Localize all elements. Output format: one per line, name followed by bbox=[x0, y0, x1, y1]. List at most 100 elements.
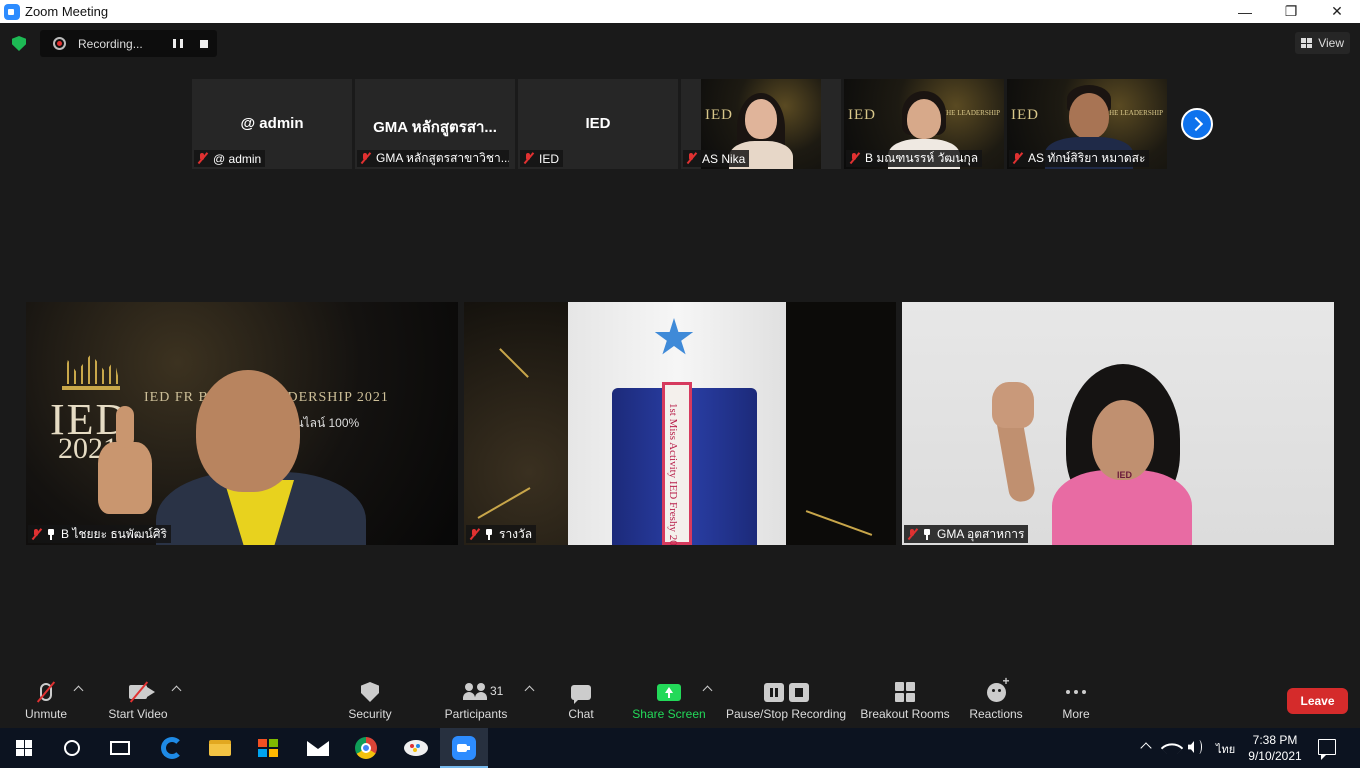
participant-name-tag: รางวัล bbox=[466, 525, 537, 543]
next-page-chevron-icon[interactable] bbox=[1181, 108, 1213, 140]
share-screen-label: Share Screen bbox=[632, 707, 706, 721]
muted-mic-icon bbox=[31, 528, 41, 540]
video-tile-chaiyaya[interactable]: IED 2021 IED FR BE THE LEADERSHIP 2021 แ… bbox=[26, 302, 458, 545]
volume-icon[interactable] bbox=[1188, 741, 1194, 753]
more-label: More bbox=[1062, 707, 1090, 721]
taskbar-file-explorer[interactable] bbox=[196, 728, 244, 768]
start-video-label: Start Video bbox=[108, 707, 168, 721]
start-button[interactable] bbox=[0, 728, 48, 768]
participant-thumbnail[interactable]: IED BE THE LEADERSHIP B มณฑนรรห์ วัฒนกุล bbox=[844, 79, 1004, 169]
participant-name-tag: GMA อุตสาหการ bbox=[904, 525, 1029, 543]
taskbar-zoom[interactable] bbox=[440, 728, 488, 768]
pause-stop-recording-button[interactable]: Pause/Stop Recording bbox=[726, 673, 846, 728]
windows-taskbar: ไทย 7:38 PM 9/10/2021 bbox=[0, 728, 1360, 768]
encryption-shield-icon[interactable] bbox=[12, 36, 26, 51]
participant-name-tag: AS ทักษ์สิริยา หมาดสะ bbox=[1009, 150, 1150, 167]
taskbar-edge[interactable] bbox=[148, 728, 196, 768]
taskbar-store[interactable] bbox=[244, 728, 292, 768]
taskbar-search[interactable] bbox=[48, 728, 96, 768]
more-button[interactable]: More bbox=[1056, 673, 1096, 728]
breakout-rooms-button[interactable]: Breakout Rooms bbox=[860, 673, 950, 728]
security-button[interactable]: Security bbox=[345, 673, 395, 728]
more-dots-icon bbox=[1056, 679, 1096, 705]
pause-recording-icon[interactable] bbox=[173, 39, 183, 48]
task-view-button[interactable] bbox=[96, 728, 144, 768]
pin-icon bbox=[923, 528, 931, 540]
muted-mic-icon bbox=[907, 528, 917, 540]
person-body bbox=[1052, 470, 1192, 545]
shirt-logo: IED bbox=[1117, 470, 1133, 480]
participant-thumbnail[interactable]: @ admin @ admin bbox=[192, 79, 352, 169]
start-video-button[interactable]: Start Video bbox=[106, 673, 170, 728]
video-tile-gma[interactable]: IED GMA อุตสาหการ bbox=[902, 302, 1334, 545]
store-icon bbox=[258, 739, 278, 757]
windows-logo-icon bbox=[16, 740, 32, 756]
unmute-button[interactable]: Unmute bbox=[20, 673, 72, 728]
zoom-icon bbox=[452, 736, 476, 760]
participant-thumbnail[interactable]: GMA หลักสูตรสา... GMA หลักสูตรสาขาวิชา..… bbox=[355, 79, 515, 169]
chat-button[interactable]: Chat bbox=[561, 673, 601, 728]
minimize-button[interactable]: — bbox=[1222, 0, 1268, 23]
view-button[interactable]: View bbox=[1295, 32, 1350, 54]
notification-center-icon[interactable] bbox=[1318, 739, 1336, 760]
thumbs-up-hand bbox=[98, 406, 152, 514]
participants-caret-icon[interactable] bbox=[524, 685, 535, 696]
video-bg-title: IED bbox=[1011, 107, 1039, 123]
chat-icon bbox=[561, 679, 601, 705]
restore-button[interactable]: ❐ bbox=[1268, 0, 1314, 23]
muted-mic-icon bbox=[197, 153, 207, 164]
participants-button[interactable]: 31 Participants bbox=[444, 673, 508, 728]
share-screen-button[interactable]: Share Screen bbox=[632, 673, 706, 728]
muted-mic-icon bbox=[523, 153, 533, 164]
participant-name: GMA หลักสูตรสาขาวิชา... bbox=[376, 151, 509, 165]
wifi-icon[interactable] bbox=[1160, 736, 1184, 760]
chrome-icon bbox=[355, 737, 377, 759]
person-face bbox=[196, 370, 300, 492]
leave-button[interactable]: Leave bbox=[1287, 688, 1348, 714]
audio-options-caret-icon[interactable] bbox=[73, 685, 84, 696]
close-button[interactable]: ✕ bbox=[1314, 0, 1360, 23]
participants-label: Participants bbox=[444, 707, 508, 721]
participant-name: รางวัล bbox=[499, 526, 533, 541]
reactions-button[interactable]: Reactions bbox=[968, 673, 1024, 728]
show-hidden-icons-chevron-icon[interactable] bbox=[1140, 742, 1152, 754]
view-button-label: View bbox=[1318, 36, 1344, 50]
participant-name-tag: B มณฑนรรห์ วัฒนกุล bbox=[846, 150, 983, 167]
stop-recording-icon[interactable] bbox=[200, 39, 208, 48]
input-language[interactable]: ไทย bbox=[1216, 740, 1235, 758]
video-bg-title: IED bbox=[848, 107, 876, 123]
paint-icon bbox=[404, 740, 428, 756]
participant-thumbnail[interactable]: IED BE THE LEADERSHIP AS ทักษ์สิริยา หมา… bbox=[1007, 79, 1167, 169]
participant-name: B ไชยยะ ธนพัฒน์ศิริ bbox=[61, 526, 167, 541]
recording-label: Recording... bbox=[78, 36, 143, 51]
mic-muted-icon bbox=[26, 679, 66, 705]
security-shield-icon bbox=[350, 679, 390, 705]
taskbar-mail[interactable] bbox=[294, 728, 342, 768]
muted-mic-icon bbox=[469, 528, 479, 540]
taskbar-paint[interactable] bbox=[392, 728, 440, 768]
search-circle-icon bbox=[64, 740, 80, 756]
participant-thumbnail[interactable]: IED IED bbox=[518, 79, 678, 169]
task-view-icon bbox=[110, 741, 130, 755]
participant-name: IED bbox=[539, 151, 560, 166]
taskbar-clock[interactable]: 7:38 PM 9/10/2021 bbox=[1245, 732, 1305, 764]
video-tile-award[interactable]: 1st Miss Activity IED Freshy 2021 รางวัล bbox=[464, 302, 896, 545]
video-options-caret-icon[interactable] bbox=[171, 685, 182, 696]
muted-mic-icon bbox=[686, 153, 696, 164]
participant-name-tag: IED bbox=[520, 150, 564, 167]
pin-icon bbox=[485, 528, 493, 540]
taskbar-chrome[interactable] bbox=[342, 728, 390, 768]
participants-count: 31 bbox=[490, 684, 504, 698]
mail-icon bbox=[307, 740, 329, 756]
crown-logo bbox=[62, 354, 120, 390]
participant-name: GMA อุตสาหการ bbox=[937, 526, 1025, 541]
participant-thumbnail[interactable]: IED AS Nika bbox=[681, 79, 841, 169]
participant-center-name: GMA หลักสูตรสา... bbox=[373, 119, 497, 136]
muted-mic-icon bbox=[360, 153, 370, 164]
chat-label: Chat bbox=[568, 707, 594, 721]
breakout-rooms-icon bbox=[885, 679, 925, 705]
reactions-smiley-icon bbox=[976, 674, 1016, 705]
clock-date: 9/10/2021 bbox=[1248, 749, 1302, 763]
title-bar: Zoom Meeting — ❐ ✕ bbox=[0, 0, 1360, 23]
muted-mic-icon bbox=[849, 153, 859, 164]
